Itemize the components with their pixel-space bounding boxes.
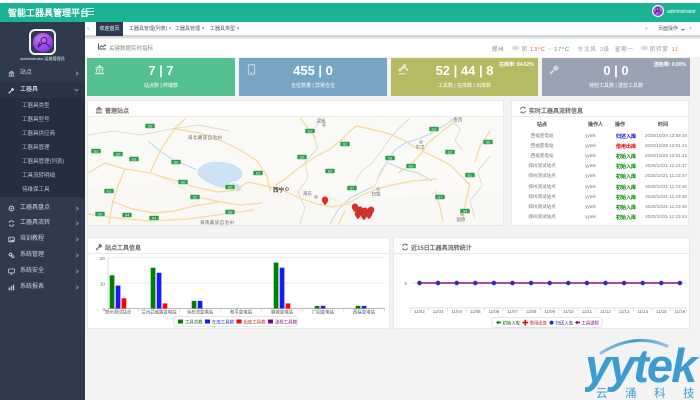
svg-text:海东: 海东 xyxy=(303,190,312,197)
svg-text:S1: S1 xyxy=(107,190,111,194)
svg-text:G0: G0 xyxy=(228,186,233,190)
svg-text:西宁: 西宁 xyxy=(273,186,285,194)
svg-text:云涌科技: 云涌科技 xyxy=(596,386,700,400)
svg-text:中卫: 中卫 xyxy=(416,144,425,151)
svg-text:G6: G6 xyxy=(148,125,153,129)
svg-text:归还入库: 归还入库 xyxy=(556,319,574,326)
svg-text:郑州测试站点: 郑州测试站点 xyxy=(105,309,132,316)
svg-text:G0: G0 xyxy=(409,165,414,169)
svg-text:G6: G6 xyxy=(486,141,491,145)
svg-text:白银: 白银 xyxy=(372,191,381,198)
svg-text:G6: G6 xyxy=(174,161,179,165)
svg-text:S2: S2 xyxy=(328,170,332,174)
svg-text:11/08: 11/08 xyxy=(526,309,537,314)
svg-text:G3: G3 xyxy=(432,128,437,132)
svg-text:20: 20 xyxy=(100,256,106,261)
svg-text:yytek: yytek xyxy=(585,339,700,392)
svg-text:G3: G3 xyxy=(308,130,313,134)
svg-text:S4: S4 xyxy=(125,214,129,218)
svg-text:工具送检: 工具送检 xyxy=(582,319,600,326)
svg-text:11/12: 11/12 xyxy=(600,309,611,314)
svg-text:11/07: 11/07 xyxy=(507,309,518,314)
svg-text:G0: G0 xyxy=(116,153,121,157)
svg-text:海北藏族自治州: 海北藏族自治州 xyxy=(188,134,222,141)
svg-text:出库工具数: 出库工具数 xyxy=(244,318,267,325)
svg-text:初始入库: 初始入库 xyxy=(503,319,521,326)
svg-text:11/10: 11/10 xyxy=(563,309,574,314)
svg-text:S2: S2 xyxy=(193,196,197,200)
svg-text:聊城变电站: 聊城变电站 xyxy=(271,309,294,316)
svg-text:武威: 武威 xyxy=(317,118,326,125)
svg-text:S1: S1 xyxy=(343,143,347,147)
svg-text:11/11: 11/11 xyxy=(582,309,593,314)
svg-text:11/04: 11/04 xyxy=(451,309,462,314)
svg-text:G2: G2 xyxy=(448,151,453,155)
svg-text:S4: S4 xyxy=(463,210,467,214)
svg-text:0: 0 xyxy=(404,281,407,286)
svg-text:S2: S2 xyxy=(94,150,98,154)
svg-text:G7: G7 xyxy=(350,187,355,191)
svg-text:11/05: 11/05 xyxy=(470,309,481,314)
svg-text:S4: S4 xyxy=(152,217,156,221)
svg-text:G6: G6 xyxy=(228,211,233,215)
svg-text:兰州武威路变电站: 兰州武威路变电站 xyxy=(141,309,177,316)
svg-text:广园变电站: 广园变电站 xyxy=(312,309,335,316)
svg-text:S1: S1 xyxy=(468,174,472,178)
svg-text:S3: S3 xyxy=(388,157,392,161)
svg-text:借用出库: 借用出库 xyxy=(530,319,548,326)
svg-text:和平变电站: 和平变电站 xyxy=(230,309,253,316)
svg-text:G7: G7 xyxy=(438,196,443,200)
svg-text:海石湾变电站: 海石湾变电站 xyxy=(187,309,214,316)
svg-text:S3: S3 xyxy=(256,172,260,176)
svg-text:10: 10 xyxy=(100,282,106,287)
svg-text:在库工具数: 在库工具数 xyxy=(212,318,235,325)
svg-text:海南藏族自治州: 海南藏族自治州 xyxy=(200,219,234,225)
svg-text:送检工具数: 送检工具数 xyxy=(275,318,298,325)
svg-text:G0: G0 xyxy=(181,181,186,185)
svg-text:工具总数: 工具总数 xyxy=(185,318,203,325)
svg-text:G2: G2 xyxy=(300,156,305,160)
svg-text:11/15: 11/15 xyxy=(656,309,667,314)
svg-text:11/14: 11/14 xyxy=(637,309,648,314)
svg-text:S3: S3 xyxy=(132,158,136,162)
svg-text:西福变电站: 西福变电站 xyxy=(353,309,376,316)
svg-text:11/16: 11/16 xyxy=(675,309,686,314)
svg-text:G2: G2 xyxy=(98,213,103,217)
svg-text:11/02: 11/02 xyxy=(414,309,425,314)
svg-text:11/09: 11/09 xyxy=(544,309,555,314)
svg-text:11/13: 11/13 xyxy=(619,309,630,314)
svg-text:11/03: 11/03 xyxy=(433,309,444,314)
svg-text:11/06: 11/06 xyxy=(489,309,500,314)
